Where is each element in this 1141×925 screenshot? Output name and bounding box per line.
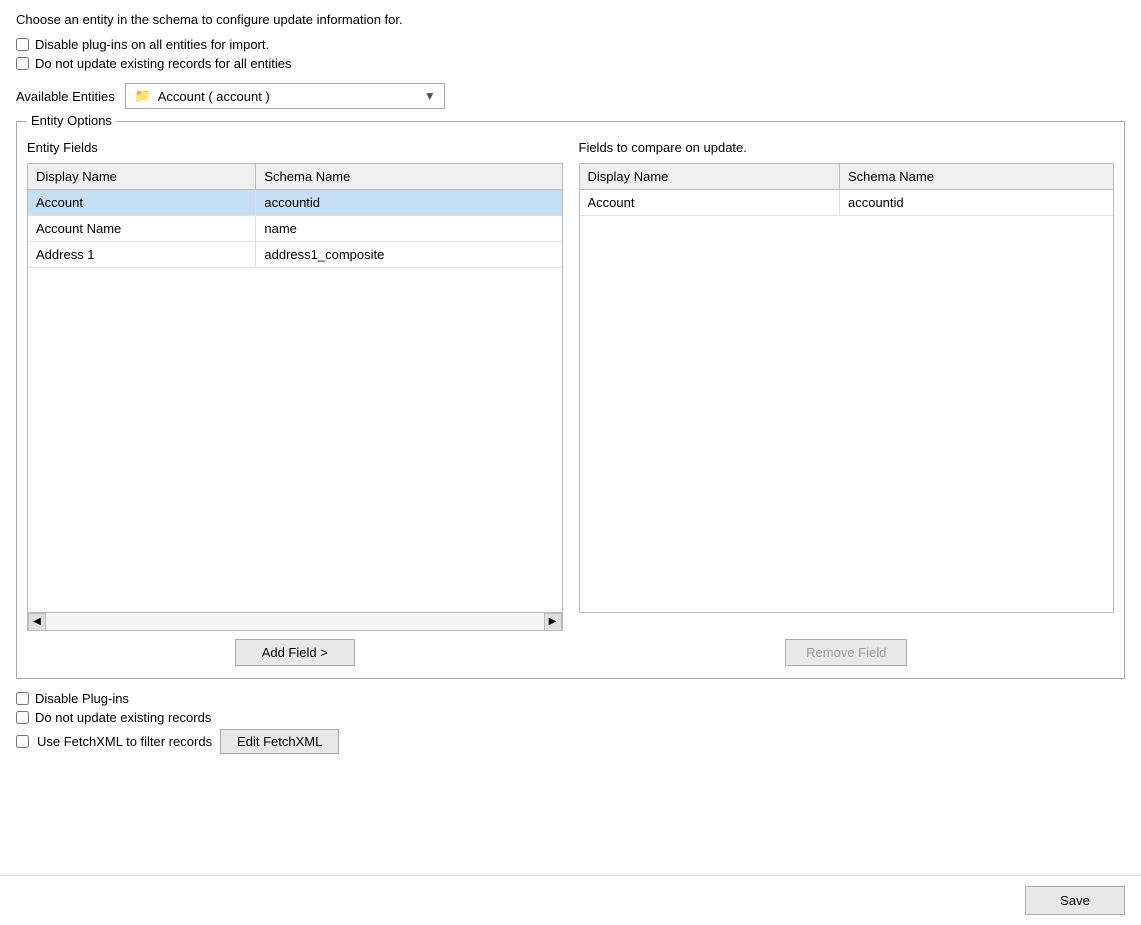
footer: Save: [0, 875, 1141, 925]
entity-checkboxes: Disable Plug-ins Do not update existing …: [16, 691, 1125, 754]
table-row[interactable]: Accountaccountid: [580, 190, 1114, 216]
entity-checkbox-3-input[interactable]: [16, 735, 29, 748]
chevron-down-icon: ▼: [424, 89, 436, 103]
global-checkbox-1-input[interactable]: [16, 38, 29, 51]
right-panel-title: Fields to compare on update.: [579, 140, 1115, 155]
right-col-schema-name: Schema Name: [839, 164, 1113, 190]
left-actions: Add Field >: [27, 639, 579, 666]
right-panel: Fields to compare on update. Display Nam…: [579, 140, 1115, 631]
entity-checkbox-1-label: Disable Plug-ins: [35, 691, 129, 706]
entity-folder-icon: 📁: [134, 87, 152, 105]
display-name-cell: Account: [28, 190, 256, 216]
schema-name-cell: address1_composite: [256, 242, 562, 268]
left-scrollbar[interactable]: ◀ ▶: [27, 613, 563, 631]
entity-checkbox-2[interactable]: Do not update existing records: [16, 710, 1125, 725]
schema-name-cell: accountid: [256, 190, 562, 216]
scroll-left-btn[interactable]: ◀: [28, 613, 46, 631]
table-row[interactable]: Account Namename: [28, 216, 562, 242]
entity-dropdown[interactable]: 📁 Account ( account ) ▼: [125, 83, 445, 109]
right-table-container[interactable]: Display Name Schema Name Accountaccounti…: [579, 163, 1115, 613]
entity-options-group: Entity Options Entity Fields Display Nam…: [16, 121, 1125, 679]
edit-fetchxml-button[interactable]: Edit FetchXML: [220, 729, 339, 754]
left-panel-title: Entity Fields: [27, 140, 563, 155]
right-data-table: Display Name Schema Name Accountaccounti…: [580, 164, 1114, 216]
scroll-right-btn[interactable]: ▶: [544, 613, 562, 631]
entity-dropdown-value: Account ( account ): [158, 89, 270, 104]
left-panel: Entity Fields Display Name Schema Name A…: [27, 140, 563, 631]
left-col-schema-name: Schema Name: [256, 164, 562, 190]
display-name-cell: Account Name: [28, 216, 256, 242]
entity-checkbox-1-input[interactable]: [16, 692, 29, 705]
global-checkbox-1-label: Disable plug-ins on all entities for imp…: [35, 37, 269, 52]
entity-selector-row: Available Entities 📁 Account ( account )…: [16, 83, 1125, 109]
global-checkbox-1[interactable]: Disable plug-ins on all entities for imp…: [16, 37, 1125, 52]
global-checkbox-2-input[interactable]: [16, 57, 29, 70]
schema-name-cell: accountid: [839, 190, 1113, 216]
entity-checkbox-1[interactable]: Disable Plug-ins: [16, 691, 1125, 706]
left-col-display-name: Display Name: [28, 164, 256, 190]
group-legend: Entity Options: [27, 113, 116, 128]
entity-options-inner: Entity Fields Display Name Schema Name A…: [27, 140, 1114, 631]
save-button[interactable]: Save: [1025, 886, 1125, 915]
right-col-display-name: Display Name: [580, 164, 840, 190]
schema-name-cell: name: [256, 216, 562, 242]
left-table-container[interactable]: Display Name Schema Name Accountaccounti…: [27, 163, 563, 613]
entity-checkbox-2-input[interactable]: [16, 711, 29, 724]
table-row[interactable]: Address 1address1_composite: [28, 242, 562, 268]
remove-field-button[interactable]: Remove Field: [785, 639, 907, 666]
entity-selector-label: Available Entities: [16, 89, 115, 104]
left-data-table: Display Name Schema Name Accountaccounti…: [28, 164, 562, 268]
add-field-button[interactable]: Add Field >: [235, 639, 355, 666]
global-checkbox-2[interactable]: Do not update existing records for all e…: [16, 56, 1125, 71]
action-buttons-row: Add Field > Remove Field: [27, 639, 1114, 666]
entity-checkbox-2-label: Do not update existing records: [35, 710, 211, 725]
display-name-cell: Account: [580, 190, 840, 216]
intro-text: Choose an entity in the schema to config…: [16, 12, 1125, 27]
entity-checkbox-3-row: Use FetchXML to filter records Edit Fetc…: [16, 729, 1125, 754]
entity-checkbox-3-label: Use FetchXML to filter records: [37, 734, 212, 749]
global-checkbox-2-label: Do not update existing records for all e…: [35, 56, 292, 71]
scroll-track[interactable]: [46, 613, 544, 630]
right-actions: Remove Field: [579, 639, 1115, 666]
table-row[interactable]: Accountaccountid: [28, 190, 562, 216]
display-name-cell: Address 1: [28, 242, 256, 268]
